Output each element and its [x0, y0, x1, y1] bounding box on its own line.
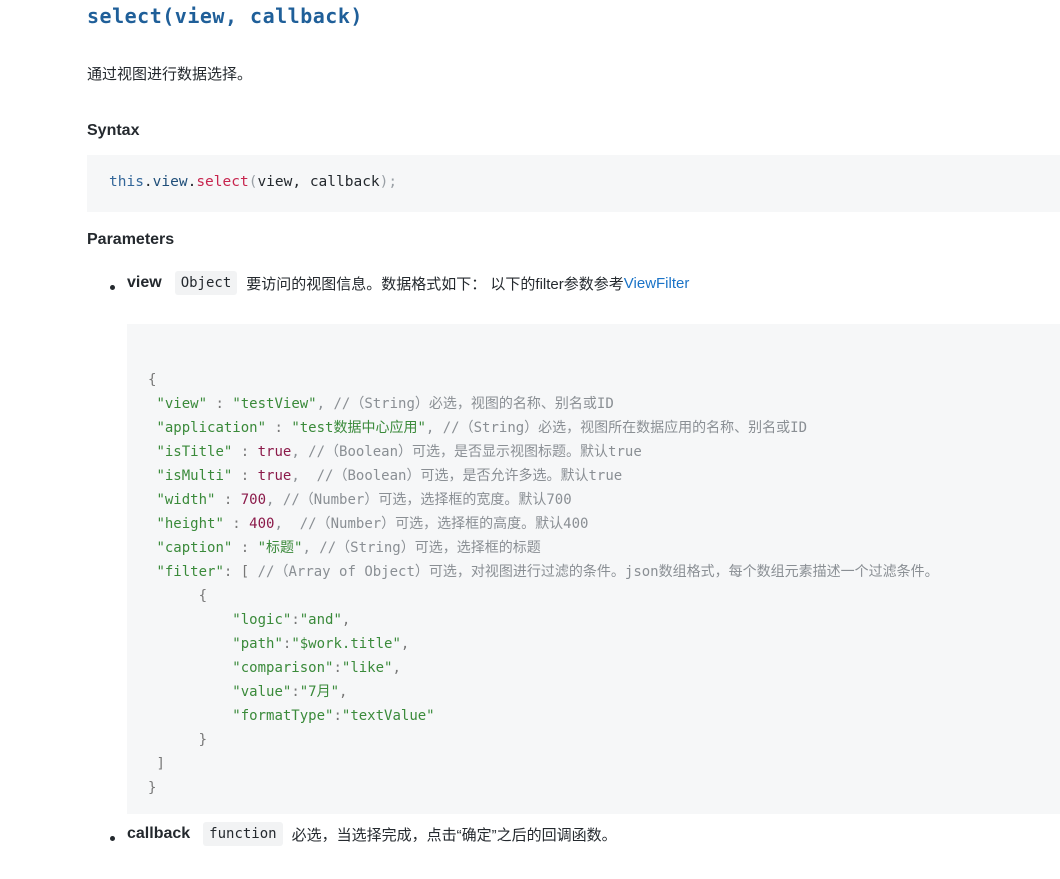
code-key: "width" [156, 492, 216, 508]
param-callback-item: callback function 必选，当选择完成，点击“确定”之后的回调函数… [127, 822, 617, 846]
view-format-code-block: { "view" : "testView", //（String）必选，视图的名… [127, 324, 1060, 814]
code-key: "filter" [156, 564, 224, 580]
code-comment: , //（String）必选，视图的名称、别名或ID [316, 396, 614, 412]
code-sep: : [215, 492, 241, 508]
code-value: "标题" [257, 540, 303, 556]
code-brace: { [148, 372, 157, 388]
code-sep: : [291, 684, 300, 700]
syntax-code-block: this.view.select(view, callback); [87, 155, 1060, 212]
code-comment: , //（Number）可选，选择框的宽度。默认700 [266, 492, 572, 508]
code-comment: , //（Boolean）可选，是否允许多选。默认true [291, 468, 623, 484]
code-comment: , //（String）可选，选择框的标题 [302, 540, 541, 556]
code-key: "height" [156, 516, 224, 532]
code-comment: //（Array of Object）可选，对视图进行过滤的条件。json数组格… [249, 564, 939, 580]
code-sep: , [341, 612, 351, 628]
code-args: view, callback [257, 174, 380, 190]
param-description: 要访问的视图信息。数据格式如下： 以下的filter参数参考 [246, 275, 624, 293]
code-comment: , //（Boolean）可选，是否显示视图标题。默认true [291, 444, 642, 460]
code-brace: } [148, 780, 157, 796]
code-key: "isTitle" [156, 444, 233, 460]
code-key: "caption" [156, 540, 233, 556]
code-comment: , //（Number）可选，选择框的高度。默认400 [274, 516, 589, 532]
code-sep: : [333, 708, 342, 724]
code-sep: : [266, 420, 292, 436]
syntax-heading: Syntax [87, 122, 140, 139]
code-sep: : [232, 540, 258, 556]
code-value: "textValue" [341, 708, 435, 724]
code-this: this [109, 174, 144, 190]
code-sep: , [400, 636, 410, 652]
code-close: ); [379, 174, 398, 190]
code-value: "testView" [232, 396, 317, 412]
code-key: "logic" [232, 612, 292, 628]
json-example: { "view" : "testView", //（String）必选，视图的名… [148, 368, 939, 800]
code-value: true [257, 444, 292, 460]
code-method: select [196, 174, 249, 190]
code-key: "comparison" [232, 660, 334, 676]
code-sep: : [291, 612, 300, 628]
param-description: 必选，当选择完成，点击“确定”之后的回调函数。 [291, 826, 617, 844]
list-bullet [110, 285, 115, 290]
code-key: "application" [156, 420, 267, 436]
code-sep: , [392, 660, 401, 676]
code-bracket: ] [156, 756, 165, 772]
code-key: "path" [232, 636, 283, 652]
param-view-item: view Object 要访问的视图信息。数据格式如下： 以下的filter参数… [127, 271, 689, 295]
code-value: "7月" [299, 684, 340, 700]
code-view: view [152, 174, 188, 190]
code-value: "test数据中心应用" [291, 420, 426, 436]
viewfilter-link[interactable]: ViewFilter [624, 275, 690, 292]
parameters-heading: Parameters [87, 231, 175, 248]
code-key: "isMulti" [156, 468, 233, 484]
code-value: true [257, 468, 292, 484]
code-value: 400 [249, 516, 275, 532]
code-value: "$work.title" [291, 636, 401, 652]
code-sep: : [333, 660, 342, 676]
code-brace: } [198, 732, 208, 748]
code-key: "formatType" [232, 708, 334, 724]
code-brace: { [198, 588, 208, 604]
param-name: callback [127, 825, 191, 842]
page-title: select(view, callback) [87, 4, 363, 28]
code-value: [ [240, 564, 250, 580]
code-sep: : [232, 468, 258, 484]
code-sep: : [223, 564, 241, 580]
param-type-badge: function [203, 822, 283, 846]
code-value: "like" [341, 660, 393, 676]
param-type-badge: Object [174, 271, 238, 295]
code-sep: : [207, 396, 233, 412]
description: 通过视图进行数据选择。 [87, 66, 253, 83]
code-sep: , [339, 684, 348, 700]
code-comment: , //（String）必选，视图所在数据应用的名称、别名或ID [425, 420, 808, 436]
param-name: view [127, 274, 162, 291]
code-sep: : [223, 516, 250, 532]
code-key: "view" [156, 396, 208, 412]
code-key: "value" [232, 684, 292, 700]
code-value: "and" [299, 612, 342, 628]
code-value: 700 [240, 492, 267, 508]
list-bullet [110, 836, 115, 841]
code-sep: : [232, 444, 258, 460]
